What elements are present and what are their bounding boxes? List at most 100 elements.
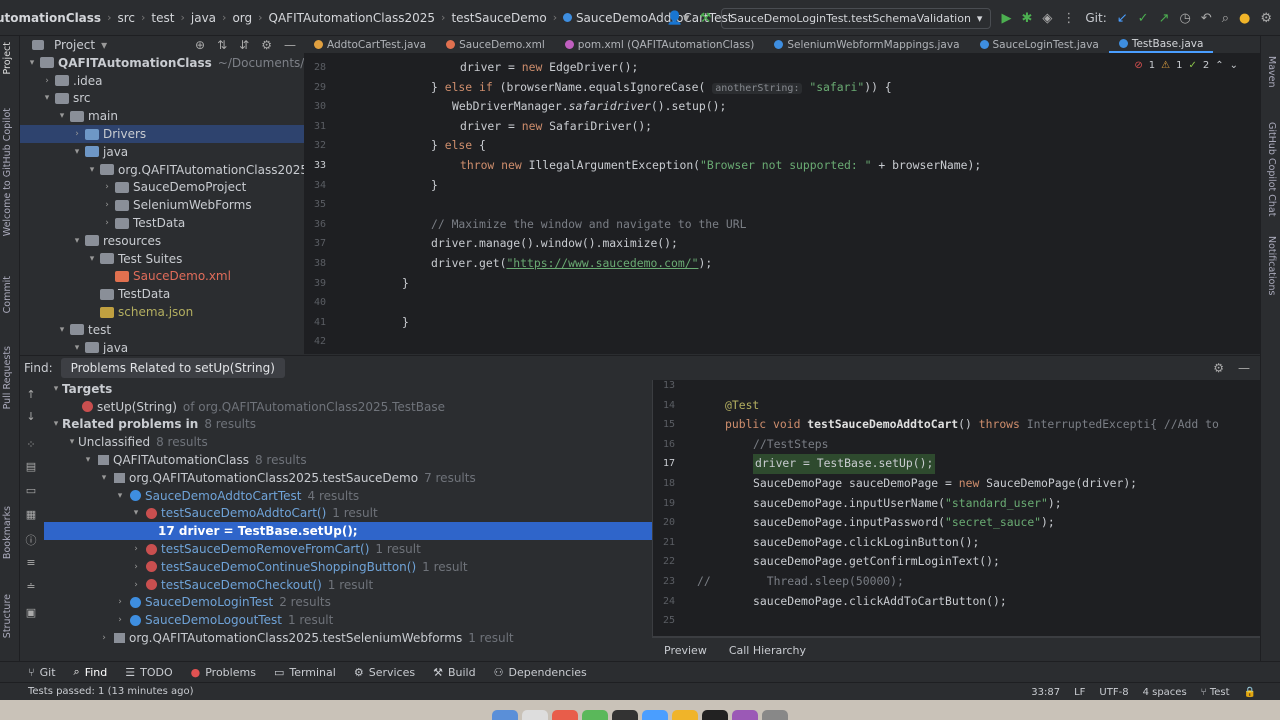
bookmarks-tool-button[interactable]: Bookmarks xyxy=(2,506,13,559)
result-row[interactable]: setUp(String) of org.QAFITAutomationClass… xyxy=(44,398,652,416)
project-panel-title[interactable]: Project xyxy=(54,38,95,52)
chevron-down-icon[interactable]: ▾ xyxy=(41,93,53,103)
breadcrumb-test[interactable]: test xyxy=(145,11,180,25)
chevron-down-icon[interactable]: ⌄ xyxy=(1230,60,1238,71)
tree-node[interactable]: ▾ main xyxy=(20,107,304,125)
tree-node[interactable]: ▾ java xyxy=(20,143,304,161)
chevron-down-icon[interactable]: ▾ xyxy=(86,254,98,264)
chevron-right-icon[interactable]: › xyxy=(130,580,142,590)
chevron-right-icon[interactable]: › xyxy=(101,182,113,192)
editor-tab[interactable]: TestBase.java xyxy=(1108,36,1214,53)
tree-node[interactable]: ▾ src xyxy=(20,90,304,108)
tree-node[interactable]: TestData xyxy=(20,285,304,303)
export-icon[interactable]: ▣ xyxy=(24,606,38,619)
chevron-up-icon[interactable]: ⌃ xyxy=(1215,60,1223,71)
result-row[interactable]: 17 driver = TestBase.setUp(); xyxy=(44,522,652,541)
chevron-down-icon[interactable]: ▾ xyxy=(71,343,83,353)
dock-app-icon[interactable] xyxy=(642,710,668,720)
chevron-down-icon[interactable]: ▾ xyxy=(56,325,68,335)
tree-node[interactable]: schema.json xyxy=(20,303,304,321)
chevron-right-icon[interactable]: › xyxy=(98,633,110,643)
result-row[interactable]: ▾ org.QAFITAutomationClass2025.testSauceD… xyxy=(44,469,652,487)
result-row[interactable]: › testSauceDemoCheckout() 1 result xyxy=(44,576,652,594)
git-branch[interactable]: ⑂ Test xyxy=(1201,687,1230,698)
notifications-tool-button[interactable]: Notifications xyxy=(1266,236,1277,295)
dock-app-icon[interactable] xyxy=(522,710,548,720)
chevron-right-icon[interactable]: › xyxy=(101,200,113,210)
user-icon[interactable]: 👤▾ xyxy=(667,11,690,26)
commit-tool-button[interactable]: Commit xyxy=(2,276,13,313)
chevron-down-icon[interactable]: ▾ xyxy=(86,165,98,175)
commit-icon[interactable]: ✓ xyxy=(1138,11,1149,26)
locate-icon[interactable]: ⊕ xyxy=(195,38,205,52)
chevron-down-icon[interactable]: ▾ xyxy=(50,419,62,429)
status-message[interactable]: Tests passed: 1 (13 minutes ago) xyxy=(28,686,194,697)
hammer-icon[interactable]: ⚒ xyxy=(700,11,712,26)
problems-tool-button[interactable]: ● Problems xyxy=(191,666,256,679)
chevron-down-icon[interactable]: ▾ xyxy=(56,111,68,121)
tree-node[interactable]: › Drivers xyxy=(20,125,304,143)
result-row[interactable]: › testSauceDemoContinueShoppingButton() 1 … xyxy=(44,558,652,576)
tree-node[interactable]: › SeleniumWebForms xyxy=(20,196,304,214)
project-tool-button[interactable]: Project xyxy=(2,42,13,75)
build-tool-button[interactable]: ⚒ Build xyxy=(433,666,476,679)
chevron-down-icon[interactable]: ▾ xyxy=(66,437,78,447)
code-editor[interactable]: AddtoCartTest.java SauceDemo.xml pom.xml (… xyxy=(304,36,1260,354)
breadcrumb-src[interactable]: src xyxy=(111,11,141,25)
breadcrumb-subpackage[interactable]: testSauceDemo xyxy=(445,11,552,25)
push-icon[interactable]: ↗ xyxy=(1159,11,1170,26)
run-configuration-select[interactable]: SauceDemoLoginTest.testSchemaValidation ▾ xyxy=(721,7,992,29)
debug-icon[interactable]: ✱ xyxy=(1021,11,1032,26)
chevron-down-icon[interactable]: ▾ xyxy=(71,147,83,157)
breadcrumb-java[interactable]: java xyxy=(185,11,222,25)
history-icon[interactable]: ◷ xyxy=(1179,11,1190,26)
collapse-icon[interactable]: ≐ xyxy=(24,580,38,593)
find-results-tab[interactable]: Problems Related to setUp(String) xyxy=(60,358,285,378)
search-icon[interactable]: ⌕ xyxy=(1222,11,1229,26)
dependencies-tool-button[interactable]: ⚇ Dependencies xyxy=(494,666,587,679)
editor-tab[interactable]: SeleniumWebformMappings.java xyxy=(764,36,969,53)
chevron-right-icon[interactable]: › xyxy=(130,544,142,554)
chevron-right-icon[interactable]: › xyxy=(71,129,83,139)
minimize-icon[interactable]: — xyxy=(284,38,296,52)
dock-app-icon[interactable] xyxy=(702,710,728,720)
tree-node[interactable]: ▾ java xyxy=(20,339,304,354)
group-icon[interactable]: ⁘ xyxy=(24,438,38,451)
run-icon[interactable]: ▶ xyxy=(1001,11,1011,26)
tab-call-hierarchy[interactable]: Call Hierarchy xyxy=(729,644,806,657)
services-tool-button[interactable]: ⚙ Services xyxy=(354,666,415,679)
editor-code[interactable]: driver = new EdgeDriver(); } else if (br… xyxy=(370,54,981,329)
result-row[interactable]: ▾ testSauceDemoAddtoCart() 1 result xyxy=(44,505,652,523)
copilot-chat-tool-button[interactable]: GitHub Copilot Chat xyxy=(1266,122,1277,216)
maven-tool-button[interactable]: Maven xyxy=(1266,56,1277,88)
chevron-down-icon[interactable]: ▾ xyxy=(50,384,62,394)
inspection-widget[interactable]: ⊘ 1 ⚠ 1 ✓ 2 ⌃ ⌄ xyxy=(1134,60,1238,71)
dock-app-icon[interactable] xyxy=(762,710,788,720)
chevron-down-icon[interactable]: ▾ xyxy=(26,58,38,68)
collapse-all-icon[interactable]: ⇵ xyxy=(239,38,249,52)
structure-tool-button[interactable]: Structure xyxy=(2,594,13,638)
chevron-right-icon[interactable]: › xyxy=(114,597,126,607)
result-row[interactable]: › SauceDemoLogoutTest 1 result xyxy=(44,611,652,629)
chevron-down-icon[interactable]: ▾ xyxy=(82,455,94,465)
result-row[interactable]: ▾ SauceDemoAddtoCartTest 4 results xyxy=(44,487,652,505)
result-row[interactable]: ▾ Related problems in 8 results xyxy=(44,416,652,434)
editor-tab[interactable]: SauceLoginTest.java xyxy=(970,36,1109,53)
more-icon[interactable]: ⋮ xyxy=(1062,11,1075,26)
breadcrumb-project[interactable]: utomationClass xyxy=(0,11,107,25)
info-icon[interactable]: ⓘ xyxy=(24,532,38,547)
terminal-tool-button[interactable]: ▭ Terminal xyxy=(274,666,336,679)
line-separator[interactable]: LF xyxy=(1074,687,1085,698)
settings-icon[interactable]: ⚙ xyxy=(1260,11,1272,26)
minimize-icon[interactable]: — xyxy=(1238,361,1250,375)
dock-app-icon[interactable] xyxy=(672,710,698,720)
chevron-down-icon[interactable]: ▾ xyxy=(114,491,126,501)
tree-node[interactable]: ▾ Test Suites xyxy=(20,250,304,268)
tree-node[interactable]: ▾ resources xyxy=(20,232,304,250)
chevron-right-icon[interactable]: › xyxy=(114,615,126,625)
chevron-right-icon[interactable]: › xyxy=(41,76,53,86)
result-row[interactable]: › testSauceDemoRemoveFromCart() 1 result xyxy=(44,540,652,558)
breadcrumb-org[interactable]: org xyxy=(226,11,258,25)
tree-node[interactable]: SauceDemo.xml xyxy=(20,268,304,286)
caret-position[interactable]: 33:87 xyxy=(1031,687,1060,698)
